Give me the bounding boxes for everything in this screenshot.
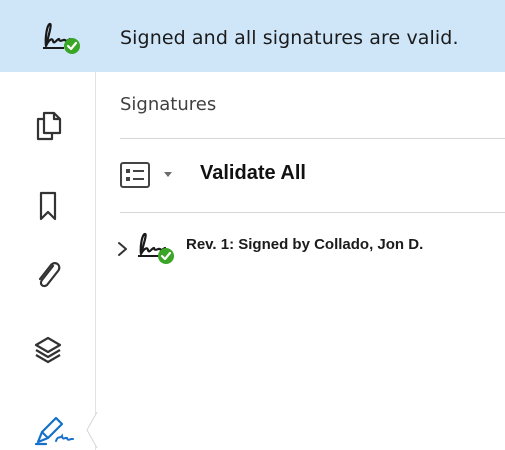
signature-status-text: Signed and all signatures are valid. bbox=[120, 27, 459, 49]
navigation-sidebar bbox=[0, 72, 98, 450]
panel-title: Signatures bbox=[120, 94, 217, 115]
chevron-right-icon[interactable] bbox=[116, 240, 130, 258]
chevron-down-icon bbox=[164, 172, 172, 177]
signature-valid-icon bbox=[138, 232, 174, 264]
list-options-icon[interactable] bbox=[120, 160, 180, 190]
layers-icon[interactable] bbox=[33, 334, 63, 366]
signature-label[interactable]: Rev. 1: Signed by Collado, Jon D. bbox=[186, 236, 423, 253]
divider bbox=[120, 138, 505, 139]
attachment-icon[interactable] bbox=[33, 258, 63, 290]
signature-pen-icon[interactable] bbox=[32, 414, 76, 446]
divider bbox=[120, 212, 505, 213]
signatures-panel: Signatures Validate All Rev. 1: Signed b… bbox=[96, 72, 505, 450]
bookmark-icon[interactable] bbox=[33, 190, 63, 222]
signatures-toolbar: Validate All bbox=[120, 154, 500, 194]
pages-icon[interactable] bbox=[33, 110, 63, 142]
signature-status-banner: Signed and all signatures are valid. bbox=[0, 0, 505, 72]
signature-valid-icon bbox=[43, 22, 80, 54]
signature-row[interactable]: Rev. 1: Signed by Collado, Jon D. bbox=[116, 232, 505, 266]
validate-all-button[interactable]: Validate All bbox=[200, 162, 306, 185]
